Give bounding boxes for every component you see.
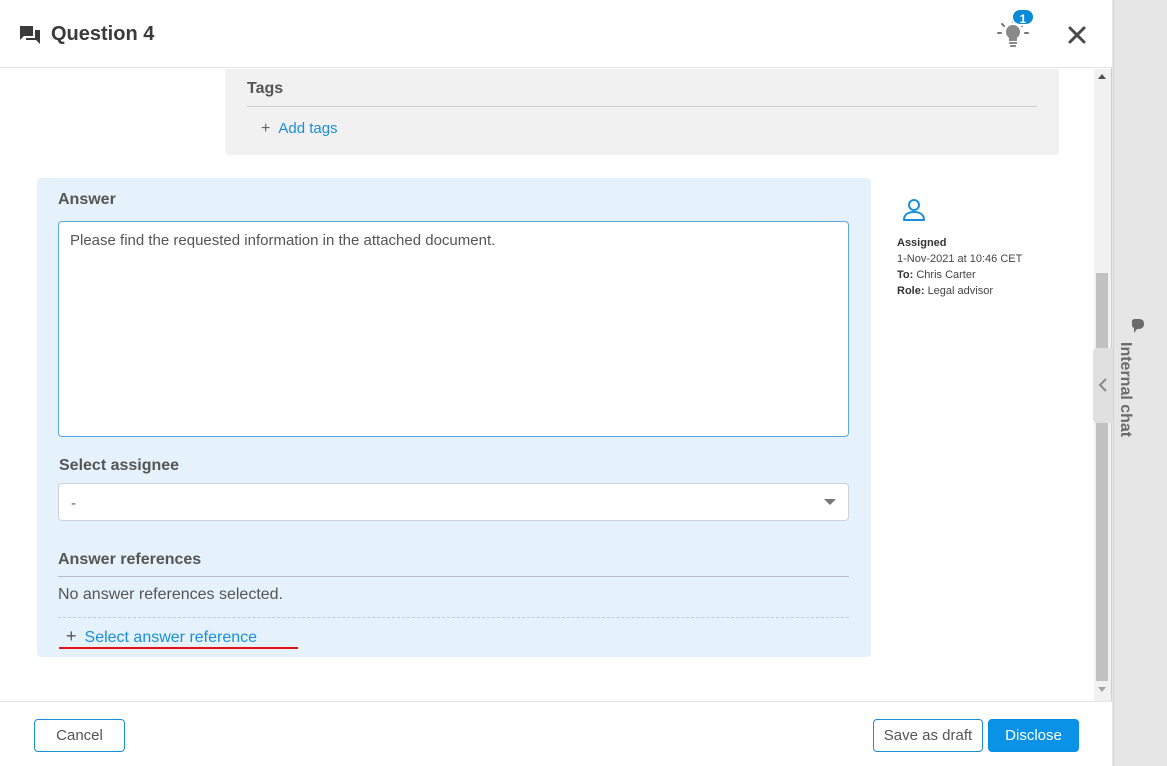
- highlight-underline: [59, 647, 298, 649]
- dashed-divider: [58, 617, 849, 618]
- save-as-draft-button[interactable]: Save as draft: [873, 719, 983, 752]
- question-dialog: Question 4 1 Tags + Add tags Answer Plea…: [0, 0, 1112, 766]
- assignment-to-value: Chris Carter: [916, 269, 976, 281]
- assignment-role-label: Role:: [897, 285, 925, 297]
- divider: [58, 576, 849, 577]
- cancel-button[interactable]: Cancel: [34, 719, 125, 752]
- internal-chat-label: Internal chat: [1117, 342, 1134, 438]
- answer-textarea[interactable]: Please find the requested information in…: [58, 221, 849, 437]
- chat-bubbles-icon: [20, 26, 40, 44]
- add-tags-link[interactable]: + Add tags: [261, 120, 338, 138]
- plus-icon: +: [66, 626, 77, 646]
- select-answer-reference-link[interactable]: + Select answer reference: [66, 626, 257, 647]
- assignee-select[interactable]: -: [58, 483, 849, 521]
- disclose-button[interactable]: Disclose: [988, 719, 1079, 752]
- person-icon: [903, 199, 925, 221]
- chevron-left-icon: [1098, 378, 1107, 392]
- answer-references-empty: No answer references selected.: [58, 586, 283, 603]
- tags-title: Tags: [247, 80, 284, 97]
- divider: [247, 106, 1037, 107]
- assignee-value: -: [71, 495, 76, 512]
- assignee-label: Select assignee: [59, 457, 180, 474]
- scroll-up-arrow[interactable]: [1098, 74, 1106, 79]
- plus-icon: +: [261, 120, 271, 137]
- page-title: Question 4: [51, 23, 155, 45]
- answer-label: Answer: [58, 191, 116, 208]
- close-icon[interactable]: [1065, 23, 1089, 47]
- internal-chat-panel[interactable]: Internal chat: [1113, 0, 1167, 766]
- add-tags-label: Add tags: [278, 120, 338, 137]
- select-answer-reference-label: Select answer reference: [84, 629, 258, 646]
- answer-references-label: Answer references: [58, 551, 202, 568]
- assignment-status: Assigned: [897, 237, 947, 249]
- assignment-details: Assigned 1-Nov-2021 at 10:46 CET To: Chr…: [897, 235, 1022, 299]
- dialog-header: Question 4 1: [0, 0, 1112, 68]
- assignment-role-value: Legal advisor: [927, 285, 993, 297]
- caret-down-icon: [824, 499, 836, 505]
- dialog-footer: Cancel Save as draft Disclose: [0, 701, 1112, 766]
- answer-panel: Answer Please find the requested informa…: [37, 178, 871, 657]
- assignment-to-label: To:: [897, 269, 914, 281]
- notification-badge: 1: [1011, 8, 1035, 26]
- collapse-chat-tab[interactable]: [1093, 348, 1113, 423]
- tags-panel: Tags + Add tags: [225, 69, 1059, 155]
- chat-icon: [1132, 319, 1144, 333]
- assignment-datetime: 1-Nov-2021 at 10:46 CET: [897, 253, 1023, 265]
- dialog-body: Tags + Add tags Answer Please find the re…: [0, 69, 1094, 701]
- scroll-down-arrow[interactable]: [1098, 687, 1106, 692]
- scroll-thumb[interactable]: [1096, 273, 1108, 681]
